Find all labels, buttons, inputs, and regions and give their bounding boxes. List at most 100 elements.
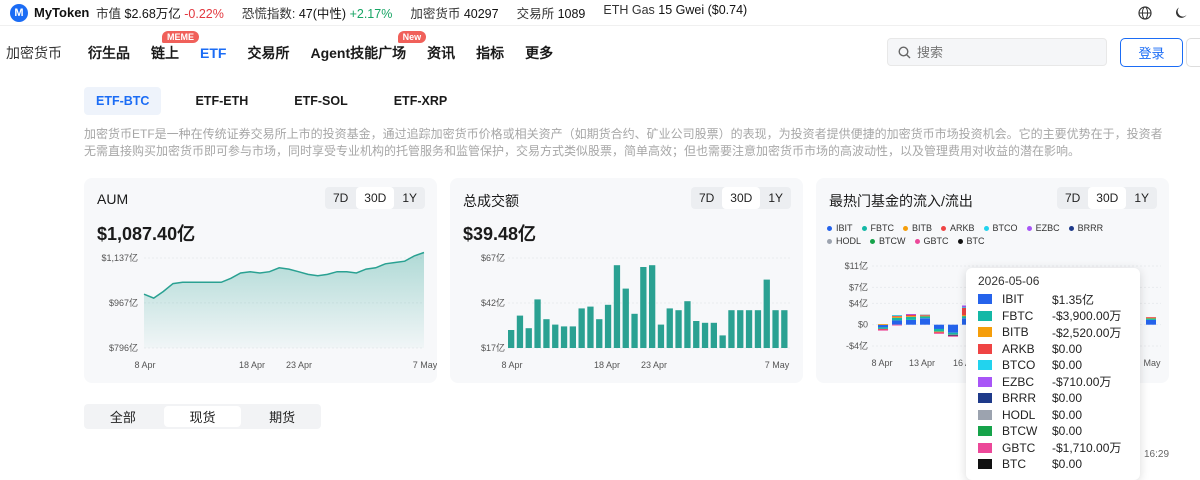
tooltip-row: BTCW $0.00	[978, 423, 1130, 440]
flow-bar-segment[interactable]	[892, 316, 902, 318]
volume-bar[interactable]	[684, 301, 691, 348]
volume-bar[interactable]	[754, 310, 762, 348]
search-input[interactable]	[917, 44, 1097, 60]
volume-bar[interactable]	[569, 326, 576, 348]
flow-bar-segment[interactable]	[920, 316, 930, 319]
nav-item[interactable]: 交易所	[247, 43, 289, 63]
nav-item[interactable]: 指标	[476, 43, 504, 63]
flow-bar-segment[interactable]	[906, 314, 916, 315]
volume-bar[interactable]	[516, 315, 524, 348]
volume-bar[interactable]	[587, 306, 594, 348]
volume-bar[interactable]	[701, 322, 709, 348]
flow-bar-segment[interactable]	[906, 319, 916, 325]
etf-tab[interactable]: ETF-BTC	[84, 87, 162, 115]
logo-text: MyToken	[34, 5, 90, 20]
volume-bar[interactable]	[622, 288, 629, 348]
flow-bar-segment[interactable]	[934, 332, 944, 334]
tooltip-name: BITB	[1002, 325, 1029, 340]
tooltip-row: GBTC -$1,710.00万	[978, 440, 1130, 457]
flow-bar-segment[interactable]	[878, 327, 888, 329]
tooltip-swatch	[978, 294, 992, 305]
flow-bar-segment[interactable]	[920, 314, 930, 316]
mytoken-logo-icon: M	[10, 3, 28, 22]
volume-bar[interactable]	[631, 313, 638, 348]
aum-chart: $1,137亿 $967亿 $796亿 8 Apr 18 Apr 23 Apr 7 May	[101, 251, 437, 370]
tooltip-name: BTC	[1002, 457, 1026, 472]
nav-item[interactable]: 衍生品	[88, 43, 130, 63]
etf-tab[interactable]: ETF-SOL	[282, 87, 359, 115]
stat-value: 40297	[463, 7, 499, 21]
volume-bar[interactable]	[710, 322, 717, 348]
tooltip-value: $0.00	[1052, 424, 1083, 439]
etf-tab[interactable]: ETF-XRP	[382, 87, 459, 115]
volume-bar[interactable]	[728, 310, 735, 348]
flow-bar-segment[interactable]	[892, 324, 902, 326]
flow-bar-segment[interactable]	[948, 332, 958, 335]
volume-bar[interactable]	[772, 310, 779, 348]
volume-bar[interactable]	[640, 267, 647, 348]
volume-bar[interactable]	[508, 330, 515, 348]
flow-bar-segment[interactable]	[892, 315, 902, 316]
volume-card: 总成交额 7D 30D 1Y $39.48亿 $67亿 $42亿 $17亿 8 Apr 18…	[450, 178, 803, 383]
tooltip-name: IBIT	[1002, 292, 1025, 307]
flow-bar-segment[interactable]	[892, 320, 902, 325]
menu-button[interactable]	[1186, 38, 1200, 67]
volume-bar[interactable]	[560, 326, 568, 348]
nav-item[interactable]: 链上 MEME	[151, 31, 199, 63]
globe-icon[interactable]	[1136, 4, 1154, 22]
tooltip-row: EZBC -$710.00万	[978, 374, 1130, 391]
tooltip-swatch	[978, 343, 992, 354]
nav-item[interactable]: Agent技能广场 New	[310, 31, 427, 63]
volume-bar[interactable]	[649, 265, 656, 348]
volume-bar[interactable]	[781, 310, 788, 348]
volume-bar[interactable]	[737, 310, 744, 348]
flow-bar-segment[interactable]	[906, 316, 916, 317]
flows-tooltip: 2026-05-06 IBIT $1.35亿 FBTC -$3,900.00万 BITB…	[966, 268, 1140, 480]
volume-bar[interactable]	[719, 335, 726, 348]
volume-bar[interactable]	[543, 319, 550, 348]
flow-bar-segment[interactable]	[948, 324, 958, 333]
flow-bar-segment[interactable]	[934, 328, 944, 332]
volume-bar[interactable]	[763, 279, 770, 348]
flow-bar-segment[interactable]	[934, 324, 944, 329]
logo[interactable]: M MyToken	[10, 3, 96, 22]
market-tab[interactable]: 现货	[163, 406, 242, 427]
volume-bar[interactable]	[675, 310, 682, 348]
volume-bar[interactable]	[613, 265, 621, 348]
nav-item[interactable]: 更多	[525, 43, 553, 63]
volume-bar[interactable]	[552, 324, 559, 348]
volume-bar[interactable]	[657, 324, 665, 348]
volume-bar[interactable]	[745, 310, 753, 348]
volume-bar[interactable]	[596, 319, 603, 348]
flow-bar-segment[interactable]	[906, 316, 916, 320]
y-tick-label: $0	[858, 320, 868, 330]
volume-bar[interactable]	[666, 308, 673, 348]
flow-bar-segment[interactable]	[878, 324, 888, 328]
flow-bar-segment[interactable]	[892, 317, 902, 321]
volume-bar[interactable]	[604, 304, 612, 348]
market-tab[interactable]: 全部	[84, 404, 162, 429]
tooltip-value: $0.00	[1052, 457, 1083, 472]
nav-item[interactable]: 资讯	[427, 43, 455, 63]
search-box[interactable]	[887, 38, 1107, 66]
flow-bar-segment[interactable]	[1146, 317, 1156, 318]
market-tab[interactable]: 期货	[243, 404, 321, 429]
x-tick-label: 18 Apr	[594, 360, 620, 370]
volume-bar[interactable]	[578, 308, 585, 348]
flow-bar-segment[interactable]	[878, 329, 888, 331]
flow-bar-segment[interactable]	[920, 318, 930, 325]
nav-item[interactable]: ETF	[200, 45, 226, 61]
volume-bar[interactable]	[525, 328, 532, 348]
tooltip-value: -$710.00万	[1052, 375, 1112, 390]
flow-bar-segment[interactable]	[1146, 318, 1156, 320]
moon-icon[interactable]	[1172, 4, 1190, 22]
flow-bar-segment[interactable]	[878, 324, 888, 325]
volume-bar[interactable]	[534, 299, 541, 348]
flow-bar-segment[interactable]	[1146, 319, 1156, 325]
flow-bar-segment[interactable]	[948, 335, 958, 337]
main-nav: 加密货币 衍生品 链上 MEMEETF 交易所 Agent技能广场 New资讯 指标 更多 登录	[0, 30, 1200, 76]
nav-item[interactable]: 加密货币	[6, 43, 62, 63]
volume-bar[interactable]	[693, 321, 700, 348]
login-button[interactable]: 登录	[1120, 38, 1183, 67]
etf-tab[interactable]: ETF-ETH	[183, 87, 260, 115]
